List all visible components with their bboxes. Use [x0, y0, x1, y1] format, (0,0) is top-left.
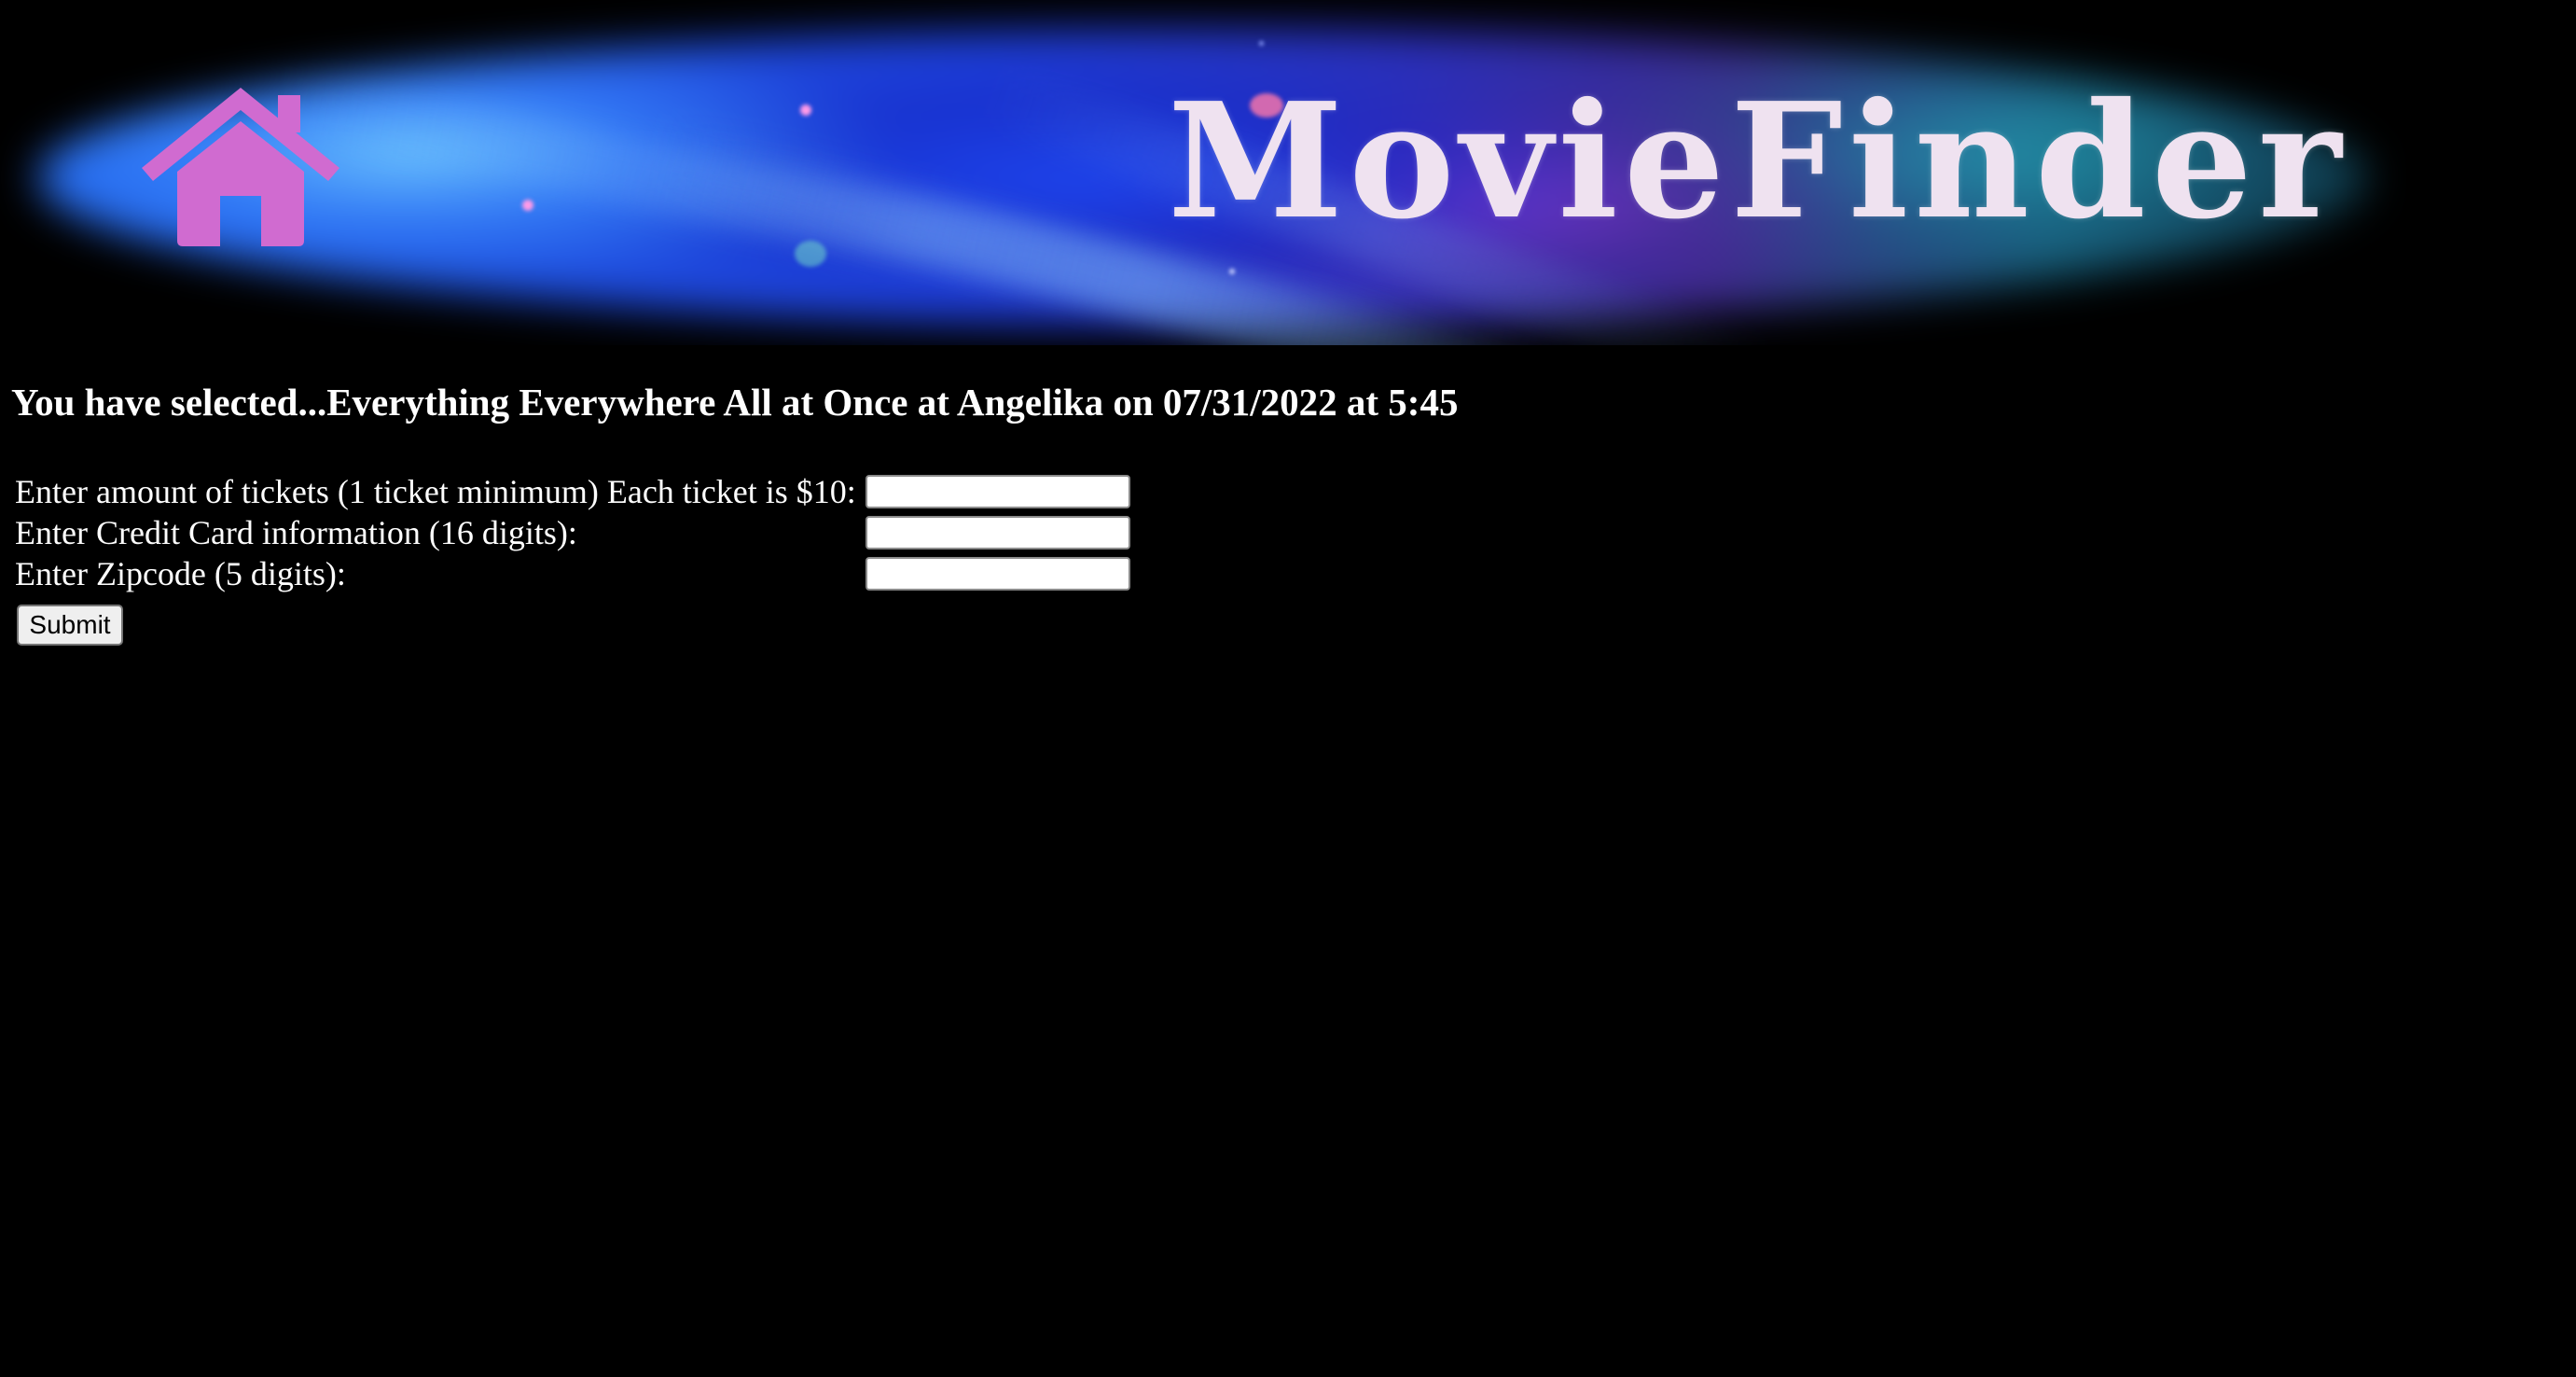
zipcode-input-cell	[865, 553, 1130, 594]
ticket-form: Enter amount of tickets (1 ticket minimu…	[15, 471, 1130, 594]
home-icon[interactable]	[138, 82, 343, 250]
selection-heading: You have selected...Everything Everywher…	[11, 381, 1459, 424]
tickets-label: Enter amount of tickets (1 ticket minimu…	[15, 473, 856, 510]
header-banner: MovieFinder	[0, 0, 2406, 345]
banner-sparkle	[1259, 41, 1264, 46]
credit-card-label: Enter Credit Card information (16 digits…	[15, 514, 577, 551]
submit-button[interactable]: Submit	[17, 605, 123, 646]
site-title: MovieFinder	[1168, 68, 2347, 255]
banner-sparkle	[1229, 269, 1235, 274]
form-row-tickets: Enter amount of tickets (1 ticket minimu…	[15, 471, 1130, 512]
tickets-input[interactable]	[865, 475, 1130, 508]
form-row-zipcode: Enter Zipcode (5 digits):	[15, 553, 1130, 594]
tickets-input-cell	[865, 471, 1130, 512]
credit-card-input-cell	[865, 512, 1130, 553]
banner-sparkle	[800, 104, 811, 116]
page: MovieFinder You have selected...Everythi…	[0, 0, 2576, 1377]
banner-sparkle	[795, 241, 826, 267]
form-row-credit-card: Enter Credit Card information (16 digits…	[15, 512, 1130, 553]
zipcode-label: Enter Zipcode (5 digits):	[15, 555, 346, 592]
banner-sparkle	[522, 200, 533, 211]
zipcode-input[interactable]	[865, 557, 1130, 591]
credit-card-input[interactable]	[865, 516, 1130, 549]
